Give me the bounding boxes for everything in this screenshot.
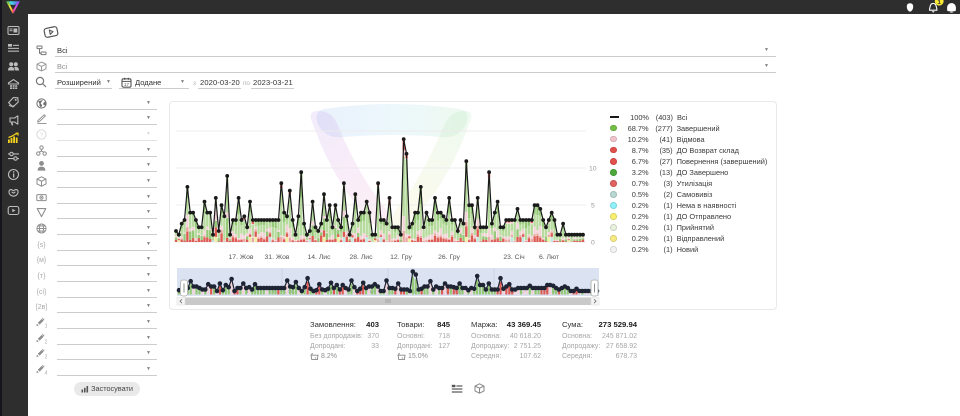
svg-text:14. Лис: 14. Лис — [308, 254, 332, 261]
svg-text:3: 3 — [45, 355, 47, 360]
svg-text:28. Лис: 28. Лис — [350, 254, 374, 261]
svg-text:12. Гру: 12. Гру — [390, 254, 412, 261]
svg-text:10: 10 — [589, 166, 597, 173]
svg-text:26. Гру: 26. Гру — [438, 254, 460, 261]
svg-text:31. Жов: 31. Жов — [265, 254, 290, 261]
svg-text:17. Жов: 17. Жов — [229, 254, 254, 261]
svg-text:23. Січ: 23. Січ — [503, 253, 525, 261]
svg-text:0: 0 — [591, 240, 595, 247]
svg-text:{s}: {s} — [37, 242, 46, 249]
svg-text:4: 4 — [45, 371, 47, 376]
svg-text:x: x — [402, 356, 404, 360]
svg-text:6. Лют: 6. Лют — [539, 254, 559, 261]
svg-text:?: ? — [40, 132, 44, 139]
svg-text:x: x — [315, 356, 317, 360]
svg-text:{т}: {т} — [38, 273, 47, 280]
svg-text:1: 1 — [45, 324, 47, 329]
svg-text:{2в}: {2в} — [36, 304, 47, 311]
svg-text:2: 2 — [45, 339, 47, 344]
svg-text:{cі}: {cі} — [37, 288, 47, 296]
svg-text:5: 5 — [591, 203, 595, 210]
svg-text:{м}: {м} — [37, 257, 47, 264]
